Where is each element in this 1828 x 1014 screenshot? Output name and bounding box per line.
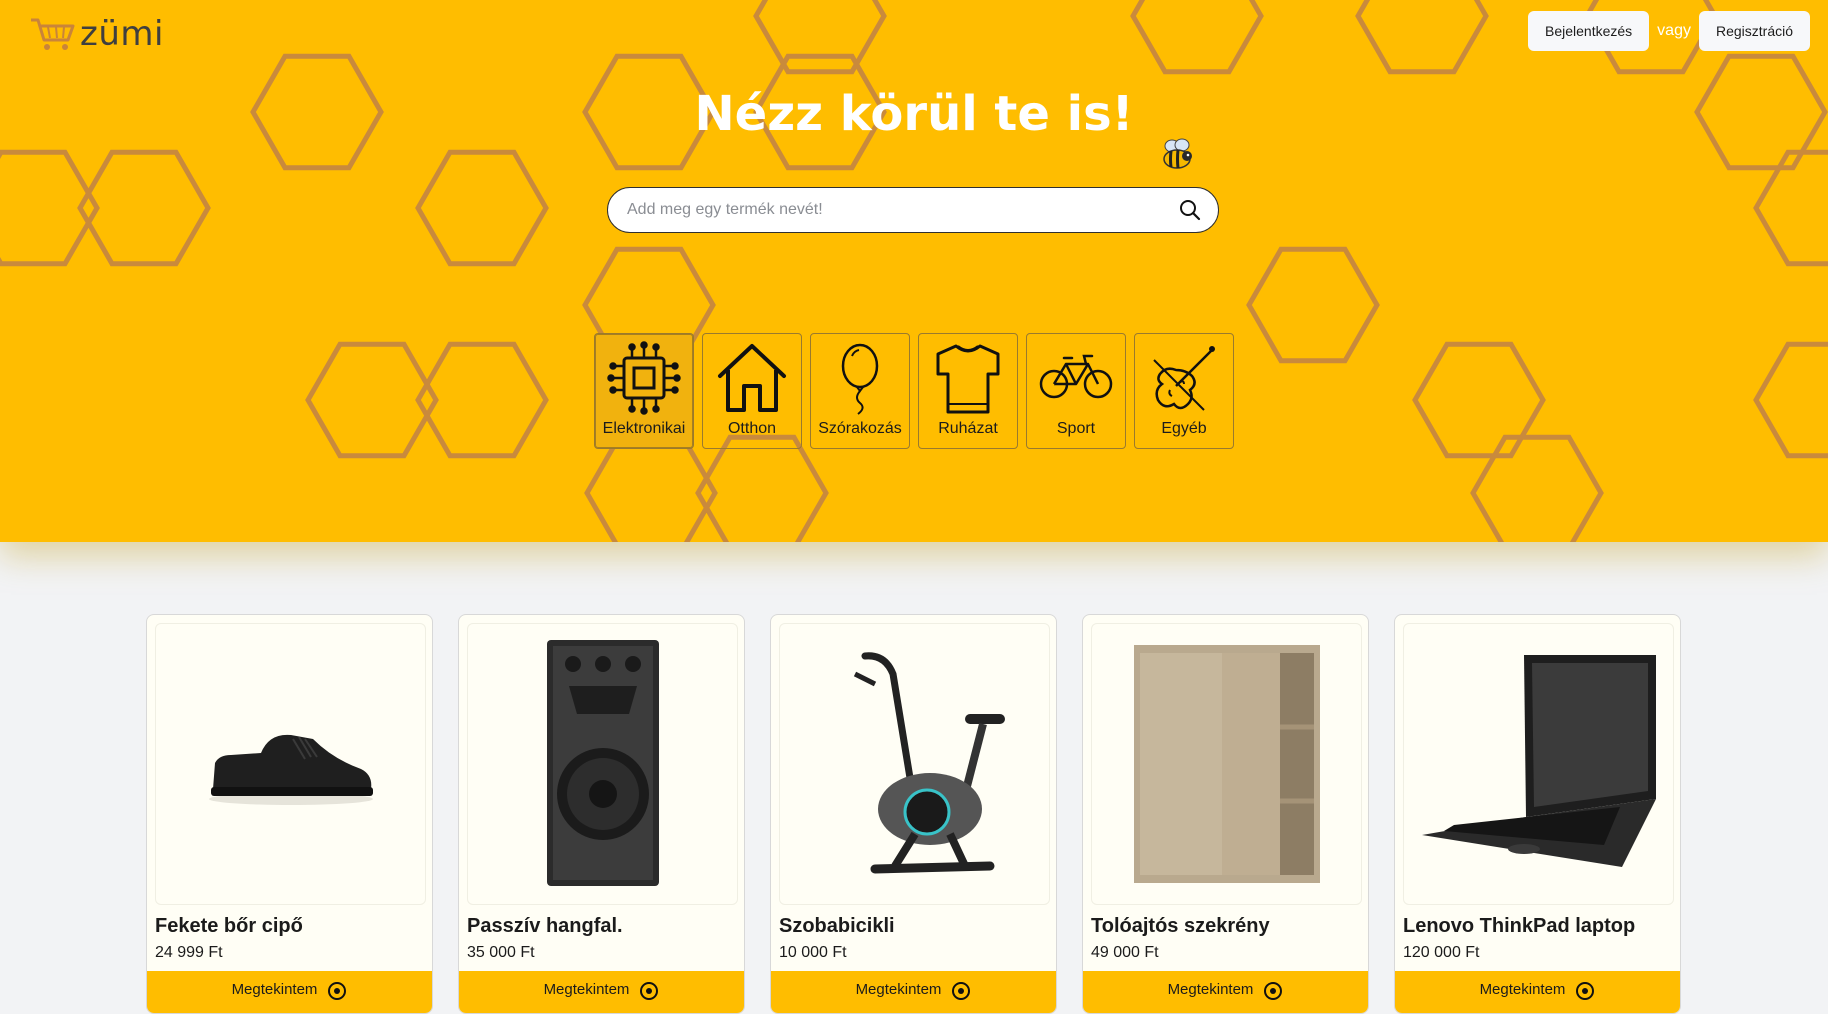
exercise-bike-image: [853, 652, 1005, 874]
category-entertainment[interactable]: Szórakozás: [810, 333, 910, 449]
category-label: Elektronikai: [602, 420, 686, 437]
category-label: Szórakozás: [818, 420, 902, 437]
honeycomb-hexagon: [584, 434, 718, 542]
view-button-label: Megtekintem: [1167, 981, 1254, 998]
category-label: Sport: [1056, 420, 1096, 437]
product-card[interactable]: Szobabicikli 10 000 Ft Megtekintem: [770, 614, 1057, 1014]
product-name: Szobabicikli: [779, 915, 895, 937]
tshirt-icon: [936, 344, 1000, 414]
bee-icon: [1163, 138, 1192, 169]
product-price: 35 000 Ft: [467, 944, 535, 961]
product-card[interactable]: Fekete bőr cipő 24 999 Ft Megtekintem: [146, 614, 433, 1014]
view-product-button[interactable]: Megtekintem: [1083, 971, 1368, 1013]
login-button[interactable]: Bejelentkezés: [1528, 11, 1650, 51]
wardrobe-image: [1133, 645, 1320, 883]
product-card[interactable]: Passzív hangfal. 35 000 Ft Megtekintem: [458, 614, 745, 1014]
product-name: Tolóajtós szekrény: [1091, 915, 1270, 937]
violin-icon: [1153, 346, 1215, 411]
cart-icon: [31, 18, 75, 50]
chip-icon: [607, 341, 681, 415]
shoe-image: [208, 734, 373, 805]
view-button-label: Megtekintem: [231, 981, 318, 998]
view-button-label: Megtekintem: [855, 981, 942, 998]
product-image: [1403, 623, 1674, 905]
product-price: 120 000 Ft: [1403, 944, 1480, 961]
register-button[interactable]: Regisztráció: [1698, 11, 1810, 51]
product-card[interactable]: Tolóajtós szekrény 49 000 Ft Megtekintem: [1082, 614, 1369, 1014]
hero-banner: zümi Bejelentkezés vagy Regisztráció Néz…: [0, 0, 1828, 542]
product-name: Fekete bőr cipő: [155, 915, 303, 937]
category-home[interactable]: Otthon: [702, 333, 802, 449]
product-price: 24 999 Ft: [155, 944, 223, 961]
view-button-label: Megtekintem: [1479, 981, 1566, 998]
product-image: [467, 623, 738, 905]
honeycomb-hexagon: [695, 434, 829, 542]
category-clothing[interactable]: Ruházat: [918, 333, 1018, 449]
search-bar: [607, 187, 1219, 233]
category-sport[interactable]: Sport: [1026, 333, 1126, 449]
balloon-icon: [841, 343, 879, 415]
auth-or-text: vagy: [1657, 22, 1691, 39]
search-input[interactable]: [625, 200, 1168, 220]
laptop-image: [1421, 655, 1656, 867]
auth-area: Bejelentkezés vagy Regisztráció: [1528, 11, 1810, 51]
honeycomb-background: [0, 0, 1828, 542]
product-list: Fekete bőr cipő 24 999 Ft Megtekintem Pa…: [146, 614, 1681, 1014]
honeycomb-hexagon: [1470, 434, 1604, 542]
product-price: 49 000 Ft: [1091, 944, 1159, 961]
view-button-label: Megtekintem: [543, 981, 630, 998]
category-other[interactable]: Egyéb: [1134, 333, 1234, 449]
category-label: Egyéb: [1161, 420, 1207, 437]
eye-icon: [640, 982, 659, 1000]
honeycomb-hexagon: [1130, 0, 1264, 75]
hero-title: Nézz körül te is!: [694, 86, 1134, 142]
brand-name: zümi: [80, 14, 164, 54]
logo[interactable]: zümi: [28, 14, 164, 54]
view-product-button[interactable]: Megtekintem: [1395, 971, 1680, 1013]
search-icon: [1180, 200, 1201, 221]
view-product-button[interactable]: Megtekintem: [459, 971, 744, 1013]
view-product-button[interactable]: Megtekintem: [771, 971, 1056, 1013]
honeycomb-hexagon: [415, 149, 549, 267]
search-button[interactable]: [1168, 188, 1212, 232]
product-card[interactable]: Lenovo ThinkPad laptop 120 000 Ft Megtek…: [1394, 614, 1681, 1014]
category-bar: Elektronikai Otthon Szórakozás Ruházat S…: [594, 333, 1234, 449]
product-image: [155, 623, 426, 905]
honeycomb-hexagon: [1355, 0, 1489, 75]
product-image: [779, 623, 1050, 905]
honeycomb-hexagon: [1753, 341, 1828, 459]
eye-icon: [952, 982, 971, 1000]
product-name: Passzív hangfal.: [467, 915, 623, 937]
category-label: Otthon: [727, 420, 777, 437]
honeycomb-hexagon: [753, 0, 887, 75]
product-price: 10 000 Ft: [779, 944, 847, 961]
view-product-button[interactable]: Megtekintem: [147, 971, 432, 1013]
house-icon: [718, 344, 786, 412]
bicycle-icon: [1039, 354, 1113, 399]
eye-icon: [328, 982, 347, 1000]
eye-icon: [1576, 982, 1595, 1000]
product-name: Lenovo ThinkPad laptop: [1403, 915, 1636, 937]
category-label: Ruházat: [938, 420, 998, 437]
product-image: [1091, 623, 1362, 905]
speaker-image: [546, 640, 659, 886]
honeycomb-hexagon: [1246, 246, 1380, 364]
eye-icon: [1264, 982, 1283, 1000]
category-electronics[interactable]: Elektronikai: [594, 333, 694, 449]
